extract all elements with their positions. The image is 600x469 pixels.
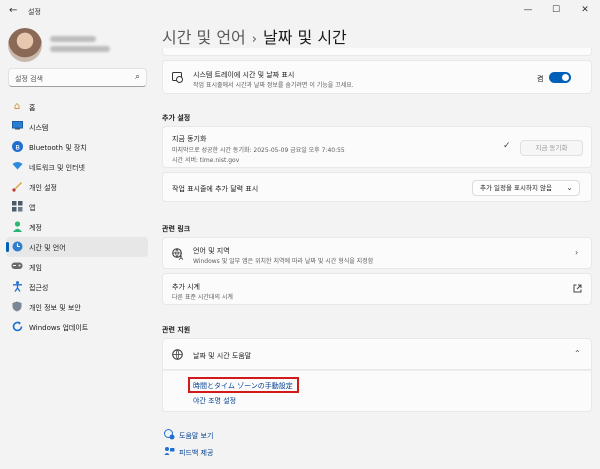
sync-server: 시간 서버: time.nist.gov <box>172 157 240 164</box>
time-language-icon <box>11 241 23 253</box>
language-icon: A <box>172 248 184 263</box>
datetime-help-expander[interactable]: 날짜 및 시간 도움말 ⌃ <box>162 338 592 370</box>
language-subtitle: Windows 및 일부 앱은 위치한 지역에 따라 날짜 및 시간 형식을 지… <box>193 258 374 265</box>
tray-toggle[interactable] <box>549 72 571 83</box>
sidebar-item-windows-update[interactable]: Windows 업데이트 <box>6 317 148 337</box>
home-icon: ⌂ <box>13 101 21 112</box>
highlight-box <box>188 377 299 393</box>
scrolled-card-edge <box>162 48 592 56</box>
feedback-icon <box>164 446 175 460</box>
sidebar-item-label: 네트워크 및 인터넷 <box>29 164 85 172</box>
calendar-card: 작업 표시줄에 추가 달력 표시 추가 일정을 표시하지 않음 ⌄ <box>162 172 592 202</box>
tray-time-date-row: 시스템 트레이에 시간 및 날짜 표시 작업 표시줄에서 시간과 날짜 정보를 … <box>162 60 592 94</box>
system-icon <box>11 121 23 133</box>
sync-card: 지금 동기화 마지막으로 성공한 시간 동기화: 2025-05-09 금요일 … <box>162 126 592 168</box>
sidebar-item-label: 개인 정보 및 보안 <box>29 304 81 312</box>
chevron-right-icon: › <box>575 248 579 257</box>
account-icon <box>11 221 23 233</box>
chevron-down-icon: ⌄ <box>566 183 573 192</box>
accessibility-icon <box>11 281 23 293</box>
sidebar-item-time-language[interactable]: 시간 및 언어 <box>6 237 148 257</box>
sidebar-item-label: Windows 업데이트 <box>29 324 89 332</box>
clocks-title: 추가 시계 <box>172 283 200 291</box>
globe-icon <box>172 349 183 363</box>
gaming-icon <box>11 261 23 273</box>
sidebar-item-label: 앱 <box>29 204 36 212</box>
apps-icon <box>11 201 23 213</box>
privacy-icon <box>11 301 23 313</box>
personalization-icon <box>11 181 23 193</box>
sidebar-item-home[interactable]: ⌂ 홈 <box>6 97 148 117</box>
sidebar-item-bluetooth[interactable]: ʙ Bluetooth 및 장치 <box>6 137 148 157</box>
sidebar-item-system[interactable]: 시스템 <box>6 117 148 137</box>
sidebar-item-label: 게임 <box>29 264 42 272</box>
section-header-additional: 추가 설정 <box>162 114 191 122</box>
chevron-up-icon: ⌃ <box>574 349 581 358</box>
sync-title: 지금 동기화 <box>172 135 207 143</box>
sidebar-item-accounts[interactable]: 계정 <box>6 217 148 237</box>
sidebar-item-label: 시간 및 언어 <box>29 244 66 252</box>
additional-clocks-link[interactable]: 추가 시계 다른 표준 시간대의 시계 <box>162 273 592 305</box>
sidebar-item-label: Bluetooth 및 장치 <box>29 144 87 152</box>
avatar <box>8 28 42 62</box>
night-light-link[interactable]: 야간 조명 설정 <box>193 396 236 406</box>
maximize-button[interactable]: ☐ <box>546 3 566 17</box>
sidebar-item-apps[interactable]: 앱 <box>6 197 148 217</box>
feedback-link[interactable]: 피드백 제공 <box>179 448 213 458</box>
get-help-link[interactable]: 도움말 보기 <box>179 431 213 441</box>
sidebar-item-label: 시스템 <box>29 124 49 132</box>
title-bar: ← 설정 — ☐ ✕ <box>0 0 600 24</box>
sidebar-item-gaming[interactable]: 게임 <box>6 257 148 277</box>
section-header-related-links: 관련 링크 <box>162 225 191 233</box>
breadcrumb: 시간 및 언어 › 날짜 및 시간 <box>162 24 347 48</box>
back-arrow-icon[interactable]: ← <box>9 5 17 16</box>
help-icon <box>164 429 175 443</box>
sidebar-item-label: 계정 <box>29 224 42 232</box>
network-icon <box>11 161 23 173</box>
breadcrumb-separator: › <box>251 32 257 47</box>
calendar-dropdown[interactable]: 추가 일정을 표시하지 않음 ⌄ <box>472 180 580 196</box>
update-icon <box>11 321 23 333</box>
tray-subtitle: 작업 표시줄에서 시간과 날짜 정보를 숨기려면 이 기능을 끄세요. <box>193 82 354 89</box>
sidebar-item-label: 접근성 <box>29 284 49 292</box>
minimize-button[interactable]: — <box>518 3 538 17</box>
calendar-title: 작업 표시줄에 추가 달력 표시 <box>172 185 259 193</box>
user-email-blurred <box>50 46 110 52</box>
check-icon: ✓ <box>503 141 511 151</box>
close-button[interactable]: ✕ <box>575 3 595 17</box>
sidebar-item-network[interactable]: 네트워크 및 인터넷 <box>6 157 148 177</box>
language-region-link[interactable]: A 언어 및 지역 Windows 및 일부 앱은 위치한 지역에 따라 날짜 … <box>162 237 592 269</box>
search-icon: ⌕ <box>134 72 140 82</box>
app-title: 설정 <box>28 8 41 16</box>
help-title: 날짜 및 시간 도움말 <box>193 352 252 360</box>
breadcrumb-parent[interactable]: 시간 및 언어 <box>162 28 246 47</box>
svg-text:A: A <box>179 255 184 260</box>
section-header-related-support: 관련 지원 <box>162 326 191 334</box>
sidebar-item-personalization[interactable]: 개인 설정 <box>6 177 148 197</box>
sidebar-item-label: 개인 설정 <box>29 184 57 192</box>
bluetooth-icon: ʙ <box>11 141 23 153</box>
sync-last-time: 마지막으로 성공한 시간 동기화: 2025-05-09 금요일 오후 7:40… <box>172 147 345 154</box>
user-name-blurred <box>50 36 96 42</box>
toggle-state-label: 켬 <box>537 75 544 83</box>
svg-text:ʙ: ʙ <box>15 142 20 151</box>
tray-title: 시스템 트레이에 시간 및 날짜 표시 <box>193 71 295 79</box>
page-title: 날짜 및 시간 <box>262 28 347 47</box>
sync-now-button[interactable]: 지금 동기화 <box>520 140 583 156</box>
search-input[interactable]: 설정 검색 <box>15 74 43 84</box>
sidebar-item-accessibility[interactable]: 접근성 <box>6 277 148 297</box>
search-box[interactable]: 설정 검색 ⌕ <box>8 68 147 87</box>
calendar-dropdown-value: 추가 일정을 표시하지 않음 <box>480 184 552 192</box>
tray-clock-icon <box>172 72 183 86</box>
sidebar-item-label: 홈 <box>29 104 36 112</box>
active-indicator <box>6 242 9 252</box>
clocks-subtitle: 다른 표준 시간대의 시계 <box>172 294 233 301</box>
language-title: 언어 및 지역 <box>193 247 230 255</box>
sidebar-item-privacy[interactable]: 개인 정보 및 보안 <box>6 297 148 317</box>
external-link-icon <box>573 284 582 296</box>
